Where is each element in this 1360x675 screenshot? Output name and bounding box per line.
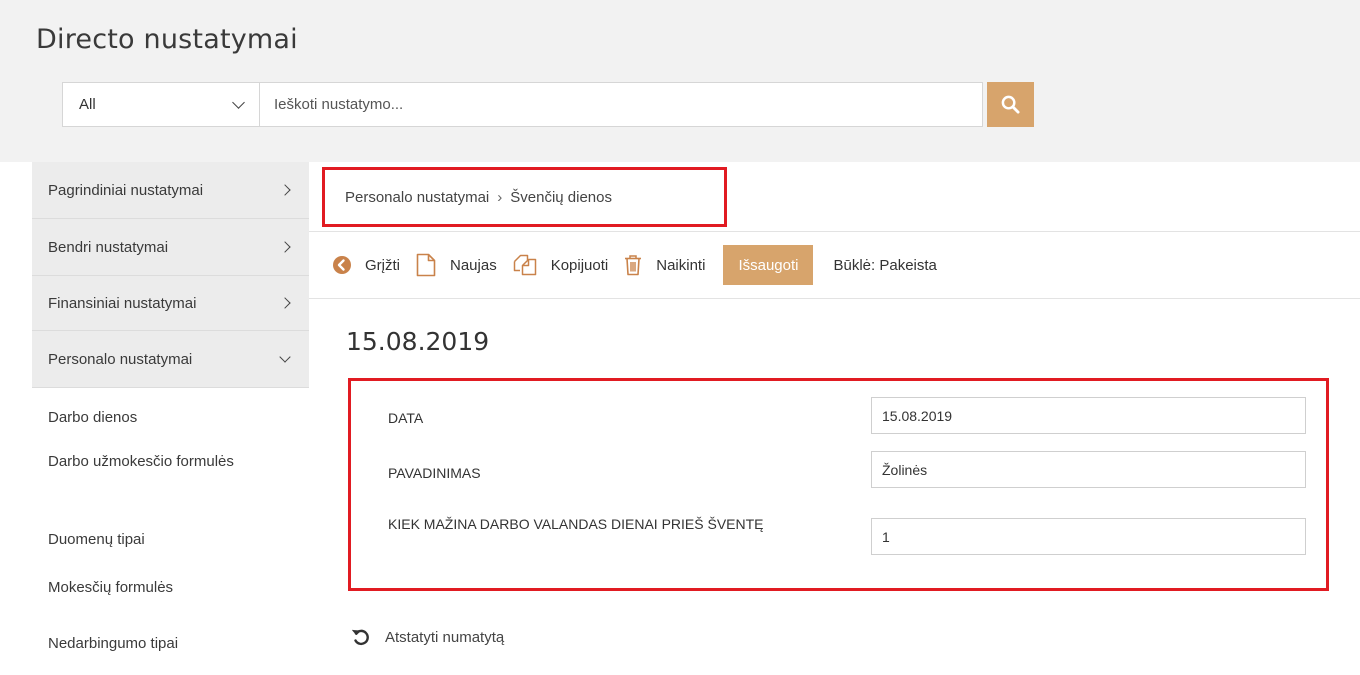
header-area: Directo nustatymai	[0, 0, 1360, 162]
search-icon	[1001, 95, 1020, 114]
sidebar-subitem-darbo-dienos[interactable]: Darbo dienos	[32, 388, 309, 446]
back-button[interactable]: Grįžti	[333, 256, 400, 274]
sidebar-subitem-label: Duomenų tipai	[48, 530, 145, 548]
sidebar-subitem-label: Mokesčių formulės	[48, 578, 174, 596]
date-field[interactable]: 15.08.2019	[871, 397, 1306, 434]
breadcrumb-bar: Personalo nustatymai › Švenčių dienos	[309, 162, 1360, 232]
sidebar-subitem-label: Darbo dienos	[48, 408, 138, 426]
sidebar-item-label: Finansiniai nustatymai	[48, 294, 197, 312]
sidebar-subitem-duomenu-tipai[interactable]: Duomenų tipai	[32, 510, 309, 564]
trash-icon	[625, 255, 642, 276]
new-label: Naujas	[450, 256, 497, 274]
field-label-hours-reduction: KIEK MAŽINA DARBO VALANDAS DIENAI PRIEŠ …	[388, 516, 764, 532]
hours-reduction-field[interactable]: 1	[871, 518, 1306, 555]
form-section: DATA 15.08.2019 PAVADINIMAS Žolinės KIEK…	[348, 378, 1329, 591]
sidebar-item-pagrindiniai[interactable]: Pagrindiniai nustatymai	[32, 162, 309, 219]
field-label-pavadinimas: PAVADINIMAS	[388, 465, 481, 481]
sidebar-subitem-mokesciu-formules[interactable]: Mokesčių formulės	[32, 564, 309, 618]
reset-label: Atstatyti numatytą	[385, 628, 505, 646]
new-button[interactable]: Naujas	[416, 253, 497, 277]
chevron-down-icon	[232, 95, 245, 109]
back-arrow-icon	[333, 256, 351, 274]
status-text: Būklė: Pakeista	[833, 256, 937, 274]
copy-icon	[513, 254, 536, 276]
sidebar-subitem-darbo-uzmokescio[interactable]: Darbo užmokesčio formulės	[32, 446, 252, 510]
copy-button[interactable]: Kopijuoti	[513, 254, 609, 276]
chevron-down-icon	[279, 351, 291, 363]
sidebar-item-label: Personalo nustatymai	[48, 350, 193, 368]
undo-icon	[352, 629, 369, 646]
sidebar-item-label: Pagrindiniai nustatymai	[48, 181, 204, 199]
search-scope-select[interactable]: All	[62, 82, 260, 127]
search-bar: All Ieškoti nustatymo...	[62, 82, 983, 127]
main-panel: Personalo nustatymai › Švenčių dienos Gr…	[309, 162, 1360, 675]
sidebar-subitem-label: Nedarbingumo tipai	[48, 634, 179, 652]
breadcrumb-separator: ›	[497, 188, 503, 206]
sidebar-item-personalo[interactable]: Personalo nustatymai	[32, 331, 309, 388]
sidebar-item-bendri[interactable]: Bendri nustatymai	[32, 219, 309, 276]
sidebar-subitem-label: Darbo užmokesčio formulės	[48, 453, 234, 470]
sidebar-item-label: Bendri nustatymai	[48, 238, 169, 256]
search-input[interactable]: Ieškoti nustatymo...	[260, 82, 983, 127]
record-title: 15.08.2019	[346, 327, 490, 356]
save-button[interactable]: Išsaugoti	[723, 245, 814, 285]
app-title: Directo nustatymai	[36, 24, 298, 55]
sidebar: Pagrindiniai nustatymai Bendri nustatyma…	[32, 162, 309, 675]
toolbar: Grįžti Naujas Kopijuoti Naikinti Išsaugo…	[309, 232, 1360, 299]
sidebar-subitem-nedarbingumo-tipai[interactable]: Nedarbingumo tipai	[32, 618, 309, 672]
breadcrumb: Personalo nustatymai › Švenčių dienos	[322, 167, 727, 227]
copy-label: Kopijuoti	[550, 256, 609, 274]
name-field[interactable]: Žolinės	[871, 451, 1306, 488]
sidebar-item-finansiniai[interactable]: Finansiniai nustatymai	[32, 276, 309, 331]
chevron-right-icon	[279, 297, 291, 309]
back-label: Grįžti	[365, 256, 400, 274]
search-button[interactable]	[987, 82, 1034, 127]
breadcrumb-parent[interactable]: Personalo nustatymai	[345, 189, 489, 206]
reset-default-button[interactable]: Atstatyti numatytą	[351, 627, 504, 647]
new-document-icon	[416, 253, 436, 277]
field-label-data: DATA	[388, 410, 424, 426]
chevron-right-icon	[279, 184, 291, 196]
delete-button[interactable]: Naikinti	[624, 254, 705, 276]
breadcrumb-current: Švenčių dienos	[510, 188, 612, 206]
search-scope-value: All	[79, 96, 96, 113]
delete-label: Naikinti	[656, 256, 706, 274]
chevron-right-icon	[279, 241, 291, 253]
